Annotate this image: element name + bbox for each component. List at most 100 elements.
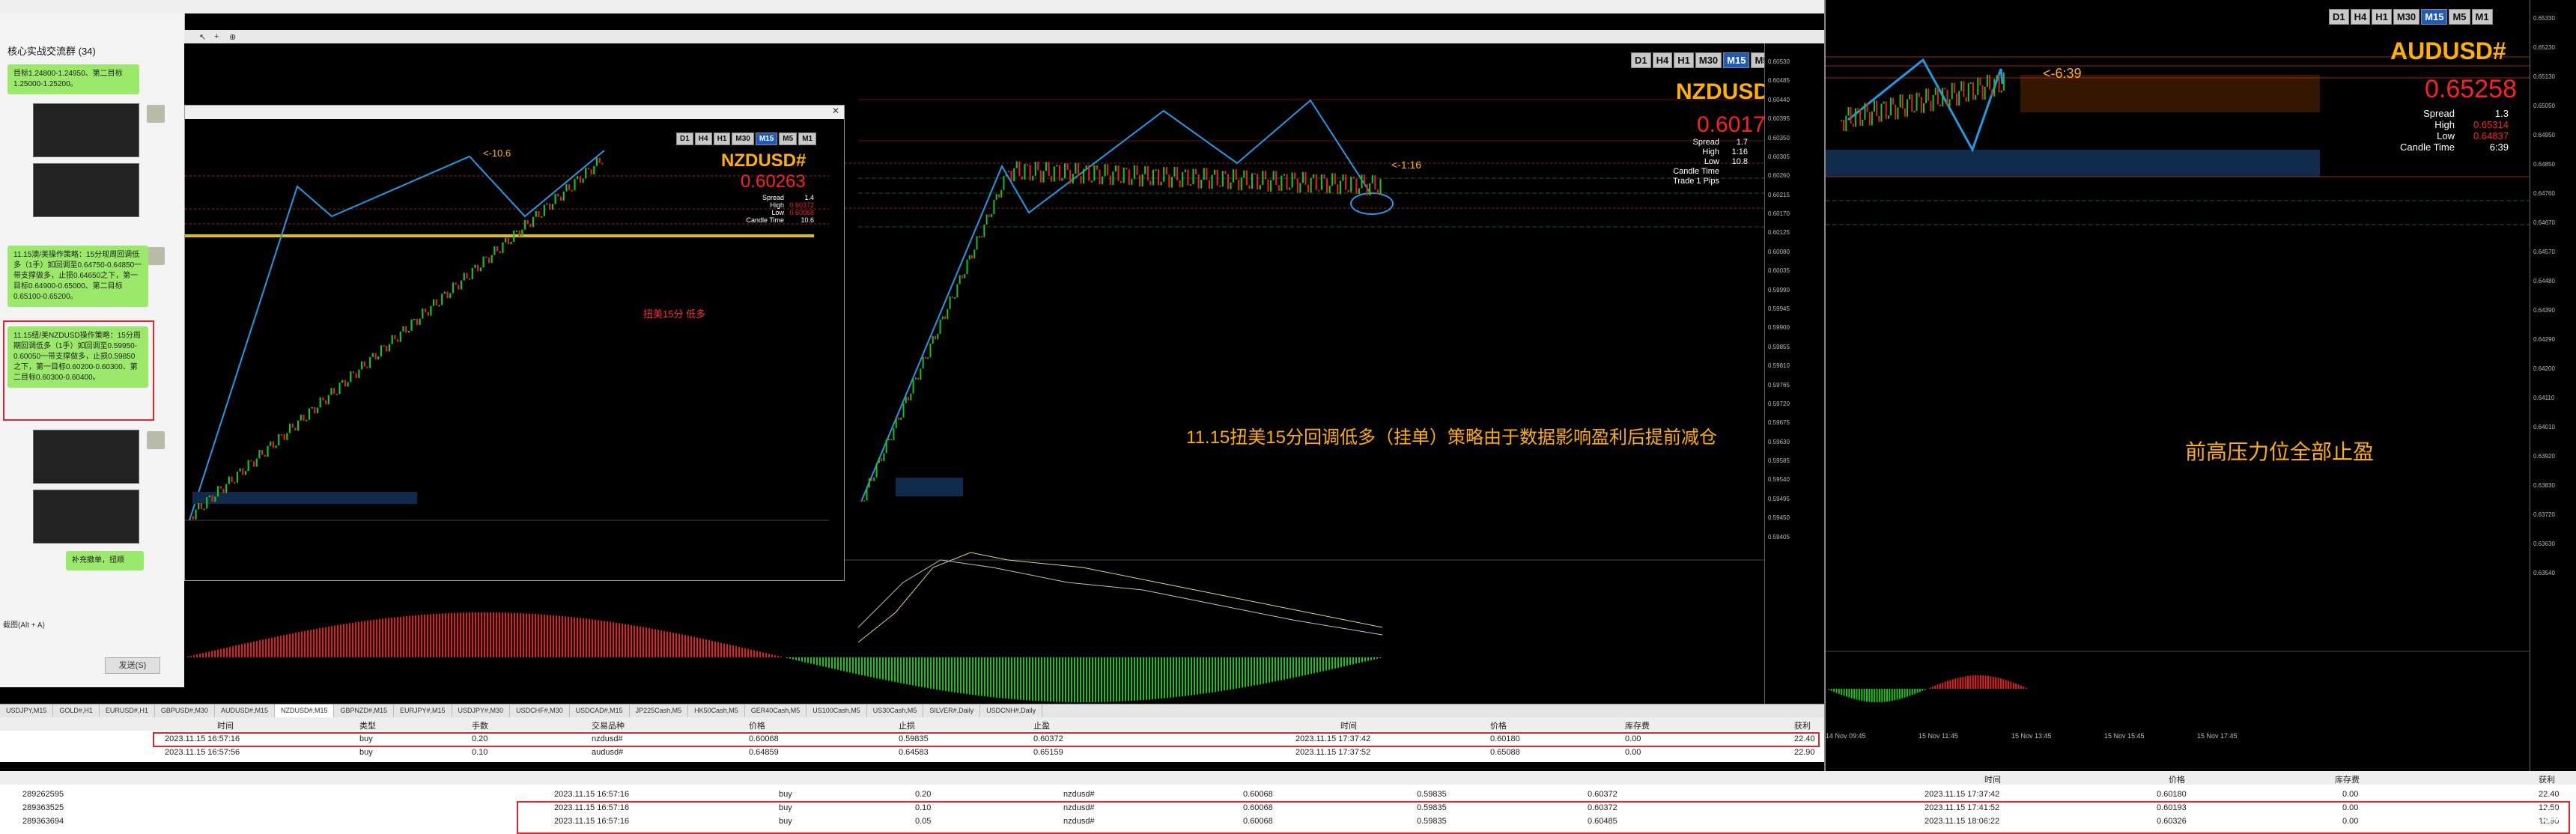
candle xyxy=(1021,176,1023,180)
tf-h1[interactable]: H1 xyxy=(2372,9,2392,25)
histogram-bar xyxy=(316,628,318,657)
table-cell: 2023.11.15 16:57:16 xyxy=(554,790,630,799)
histogram-bar xyxy=(1835,689,1838,693)
candle xyxy=(1096,165,1098,170)
chart-tab[interactable]: GBPUSD#,M30 xyxy=(155,704,215,718)
histogram-bar xyxy=(544,614,545,657)
close-icon[interactable]: ✕ xyxy=(832,106,839,116)
chart-tab[interactable]: USDCHF#,M30 xyxy=(510,704,570,718)
candle xyxy=(1109,175,1111,186)
histogram-bar xyxy=(732,645,734,657)
chart-tab[interactable]: USDCAD#,M15 xyxy=(570,704,630,718)
candle xyxy=(949,296,951,309)
tf-h1[interactable]: H1 xyxy=(713,133,731,145)
histogram-bar xyxy=(430,614,431,657)
cursor-icon[interactable]: ↖ xyxy=(199,32,206,42)
histogram-bar xyxy=(496,612,497,657)
histogram-bar xyxy=(1898,689,1901,699)
tf-m15[interactable]: M15 xyxy=(1723,52,1750,68)
tf-m5[interactable]: M5 xyxy=(2449,9,2470,25)
tf-m15[interactable]: M15 xyxy=(2421,9,2448,25)
candle xyxy=(275,445,277,448)
histogram-bar xyxy=(1059,657,1060,702)
table-row[interactable]: 289262595 2023.11.15 16:57:16 buy 0.20 nzdus… xyxy=(0,788,2576,801)
histogram-bar xyxy=(358,621,359,657)
signal-line xyxy=(857,552,1383,643)
tf-m1[interactable]: M1 xyxy=(798,133,817,145)
chart-tab[interactable]: US100Cash,M5 xyxy=(806,704,867,718)
candle xyxy=(1176,167,1179,180)
chat-image-thumbnail[interactable] xyxy=(33,103,139,157)
candle xyxy=(917,377,920,380)
candle xyxy=(306,419,308,421)
histogram-bar xyxy=(346,623,347,657)
histogram-bar xyxy=(568,616,569,657)
candle xyxy=(568,184,571,190)
chart-tab[interactable]: JP225Cash,M5 xyxy=(630,704,689,718)
histogram-bar xyxy=(657,630,659,657)
candle xyxy=(303,414,305,421)
send-button[interactable]: 发送(S) xyxy=(105,657,160,674)
tf-h1[interactable]: H1 xyxy=(1674,52,1694,68)
candle xyxy=(1936,88,1939,105)
tf-m30[interactable]: M30 xyxy=(1695,52,1722,68)
chat-image-thumbnail[interactable] xyxy=(33,430,139,484)
chart-tab[interactable]: SILVER#,Daily xyxy=(923,704,981,718)
histogram-bar xyxy=(1379,657,1381,658)
histogram-bar xyxy=(1942,682,1944,689)
tf-d1[interactable]: D1 xyxy=(2329,9,2349,25)
chart-tab[interactable]: NZDUSD#,M15 xyxy=(274,704,335,718)
candle xyxy=(291,423,294,428)
chat-image-thumbnail[interactable] xyxy=(33,490,139,544)
tf-m30[interactable]: M30 xyxy=(732,133,754,145)
crosshair-icon[interactable]: + xyxy=(214,32,219,41)
chart-tab[interactable]: US30Cash,M5 xyxy=(867,704,924,718)
histogram-bar xyxy=(1997,678,1999,689)
candle xyxy=(1918,92,1920,97)
histogram-bar xyxy=(1298,657,1300,677)
histogram-bar xyxy=(460,612,461,657)
chart-tab[interactable]: GBPNZD#,M15 xyxy=(334,704,395,718)
tf-m15[interactable]: M15 xyxy=(755,133,778,145)
chat-image-thumbnail[interactable] xyxy=(33,163,139,217)
histogram-bar xyxy=(619,623,620,657)
chart-tab[interactable]: USDJPY#,M30 xyxy=(452,704,511,718)
histogram-bar xyxy=(436,613,437,657)
chart-tab[interactable]: AUDUSD#,M15 xyxy=(215,704,275,718)
price-tick: 0.64950 xyxy=(2533,132,2555,139)
candle xyxy=(1013,168,1015,182)
chart-tab[interactable]: GER40Cash,M5 xyxy=(745,704,807,718)
tf-h4[interactable]: H4 xyxy=(2350,9,2371,25)
chart-tab[interactable]: USDJPY,M15 xyxy=(0,704,54,718)
table-row[interactable]: 2023.11.15 16:57:56 buy 0.10 audusd# 0.64859… xyxy=(0,746,1824,759)
audusd-chart[interactable]: D1 H4 H1 M30 M15 M5 M1 AUDUSD# 0.65258 S… xyxy=(1824,0,2576,771)
candle xyxy=(1337,184,1339,195)
histogram-bar xyxy=(744,648,746,657)
tf-h4[interactable]: H4 xyxy=(694,133,712,145)
tf-m30[interactable]: M30 xyxy=(2393,9,2420,25)
candle xyxy=(1979,77,1981,86)
table-cell: 22.90 xyxy=(1794,748,1815,757)
chart-tab[interactable]: GOLD#,H1 xyxy=(53,704,100,718)
histogram-bar xyxy=(903,657,905,684)
chart-tab[interactable]: HK50Cash,M5 xyxy=(688,704,745,718)
tf-m5[interactable]: M5 xyxy=(779,133,798,145)
candle xyxy=(587,167,590,170)
candle xyxy=(322,397,324,401)
histogram-bar xyxy=(607,621,608,657)
tf-h4[interactable]: H4 xyxy=(1652,52,1673,68)
tf-d1[interactable]: D1 xyxy=(1631,52,1651,68)
candle xyxy=(1085,165,1087,169)
histogram-bar xyxy=(1886,689,1888,702)
zoom-icon[interactable]: ⊕ xyxy=(229,32,236,42)
chart-tab[interactable]: USDCNH#,Daily xyxy=(980,704,1043,718)
candle xyxy=(449,293,452,299)
chart-tab[interactable]: EURJPY#,M15 xyxy=(394,704,452,718)
chart-tab[interactable]: EURUSD#,H1 xyxy=(100,704,155,718)
histogram-bar xyxy=(433,614,434,657)
floating-chart[interactable]: ✕ D1 H4 H1 M30 M15 M5 M1 NZDUSD# 0.60263… xyxy=(184,105,845,581)
tf-d1[interactable]: D1 xyxy=(676,133,693,145)
candle xyxy=(1942,88,1944,107)
candle xyxy=(1965,97,1967,102)
tf-m1[interactable]: M1 xyxy=(2471,9,2493,25)
